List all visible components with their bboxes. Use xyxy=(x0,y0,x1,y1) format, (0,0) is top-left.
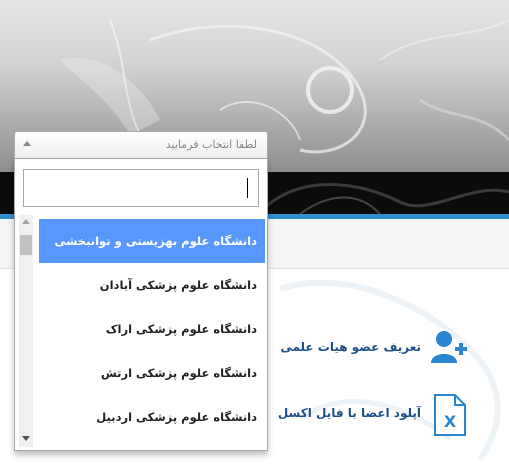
university-select[interactable]: لطفا انتخاب فرمایید xyxy=(14,131,268,159)
dropdown-options-list: دانشگاه علوم بهزیستی و توانبخشی دانشگاه … xyxy=(39,219,265,439)
scrollbar-thumb[interactable] xyxy=(20,235,32,255)
menu-item-label: آپلود اعضا با فایل اکسل xyxy=(277,406,421,420)
dropdown-search-input[interactable] xyxy=(23,169,259,207)
dropdown-scrollbar[interactable] xyxy=(19,215,33,447)
select-placeholder: لطفا انتخاب فرمایید xyxy=(165,138,257,151)
text-caret xyxy=(247,178,248,198)
chevron-up-icon[interactable] xyxy=(23,141,31,146)
svg-text:X: X xyxy=(444,412,457,431)
dropdown-option[interactable]: دانشگاه علوم پزشکی اردبیل xyxy=(39,395,265,439)
menu-item-label: تعریف عضو هیات علمی xyxy=(280,340,421,354)
dropdown-option[interactable]: دانشگاه علوم پزشکی آبادان xyxy=(39,263,265,307)
dropdown-option[interactable]: دانشگاه علوم پزشکی ارتش xyxy=(39,351,265,395)
dropdown-option[interactable]: دانشگاه علوم پزشکی اراک xyxy=(39,307,265,351)
menu-item-add-faculty[interactable]: تعریف عضو هیات علمی xyxy=(239,327,469,367)
excel-file-icon: X xyxy=(429,393,469,436)
menu-item-upload-excel[interactable]: X آپلود اعضا با فایل اکسل xyxy=(239,393,469,436)
select-dropdown: دانشگاه علوم بهزیستی و توانبخشی دانشگاه … xyxy=(14,159,268,451)
dropdown-option[interactable]: دانشگاه علوم بهزیستی و توانبخشی xyxy=(39,219,265,263)
scroll-down-arrow-icon[interactable] xyxy=(22,436,30,441)
add-user-icon xyxy=(429,327,469,367)
dropdown-search-wrapper xyxy=(23,169,259,207)
scroll-up-arrow-icon[interactable] xyxy=(22,219,30,224)
